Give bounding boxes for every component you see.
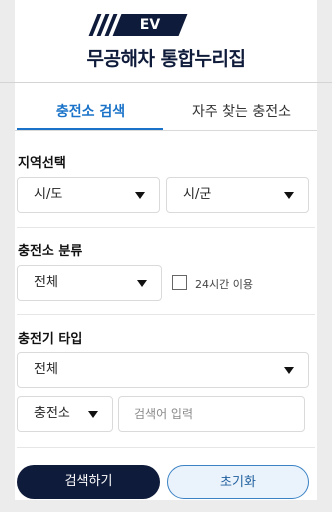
province-select[interactable]: 시/도 [17,177,160,213]
24h-checkbox[interactable] [172,275,187,290]
tab-bar: 충전소 검색 자주 찾는 충전소 [15,97,317,130]
ev-logo: EV [88,14,199,36]
search-input[interactable]: 검색어 입력 [118,396,305,432]
ev-badge-text: EV [139,17,161,33]
section-divider [17,447,315,448]
chevron-down-icon [284,192,294,199]
city-select-value: 시/군 [183,187,212,202]
category-select[interactable]: 전체 [17,265,162,301]
chevron-down-icon [135,192,145,199]
category-label: 충전소 분류 [18,244,83,259]
app-title: 무공해차 통합누리집 [86,48,246,70]
charger-type-select[interactable]: 전체 [17,352,309,388]
24h-checkbox-label: 24시간 이용 [195,278,253,291]
city-select[interactable]: 시/군 [166,177,309,213]
search-scope-value: 충전소 [34,406,70,421]
search-panel: EV 무공해차 통합누리집 충전소 검색 자주 찾는 충전소 지역선택 시/도 … [0,0,332,500]
search-scope-select[interactable]: 충전소 [17,396,113,432]
section-divider [17,314,315,315]
province-select-value: 시/도 [34,187,63,202]
tab-divider [15,130,317,131]
tab-station-search[interactable]: 충전소 검색 [17,97,164,130]
chevron-down-icon [284,367,294,374]
tab-active-indicator [17,128,163,130]
section-divider [17,227,315,228]
region-label: 지역선택 [18,156,66,171]
category-select-value: 전체 [34,275,58,290]
reset-button[interactable]: 초기화 [167,465,309,499]
chevron-down-icon [137,280,147,287]
search-input-placeholder: 검색어 입력 [134,407,194,421]
header-divider [0,82,332,83]
tab-favorite-stations[interactable]: 자주 찾는 충전소 [168,97,315,130]
charger-type-select-value: 전체 [34,362,58,377]
charger-type-label: 충전기 타입 [18,332,83,347]
search-button[interactable]: 검색하기 [17,465,160,499]
chevron-down-icon [88,411,98,418]
